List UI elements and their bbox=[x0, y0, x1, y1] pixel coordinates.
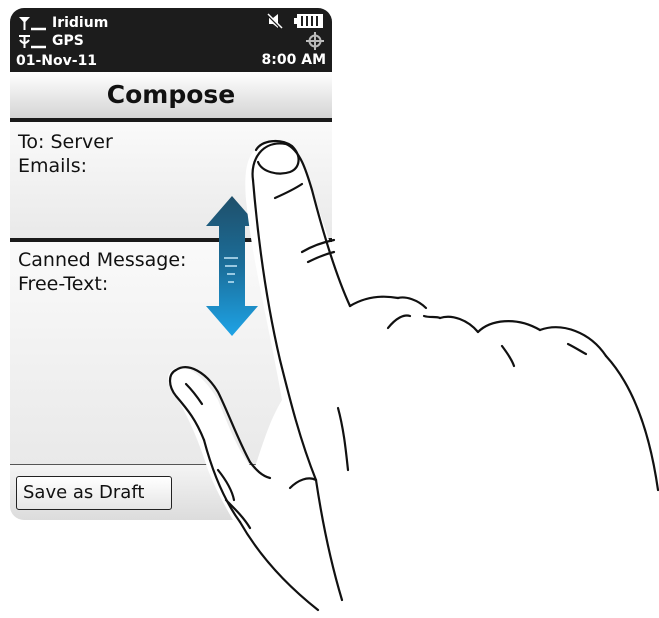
stage: Iridium GPS 01-Nov-11 8:00 AM Compose To… bbox=[0, 0, 659, 618]
gesture-overlay bbox=[167, 140, 659, 618]
